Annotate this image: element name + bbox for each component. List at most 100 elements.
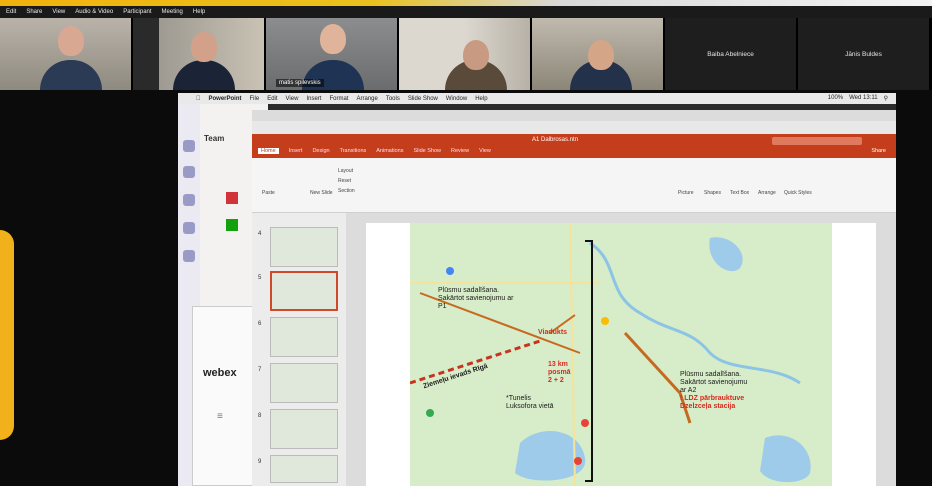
participant-tile[interactable]	[133, 18, 264, 90]
menu-icon[interactable]: ≡	[217, 411, 229, 422]
participant-name: Baiba Abelniece	[707, 50, 754, 58]
files-icon[interactable]	[183, 250, 195, 262]
menu-help[interactable]: Help	[475, 96, 487, 102]
tab-home[interactable]: Home	[258, 148, 279, 154]
menu-slideshow[interactable]: Slide Show	[408, 96, 438, 102]
tab-slideshow[interactable]: Slide Show	[413, 148, 441, 154]
ppt-titlebar	[252, 110, 896, 121]
menu-meeting[interactable]: Meeting	[162, 9, 183, 15]
ribbon-tabs: Home Insert Design Transitions Animation…	[258, 148, 491, 154]
label-ldz-line2: Dzelzceļa stacija	[680, 403, 736, 411]
webex-logo: webex	[203, 367, 237, 379]
quick-styles-button[interactable]: Quick Styles	[784, 190, 812, 196]
label-tunelis-line2: Luksofora vietā	[506, 403, 554, 411]
tab-view[interactable]: View	[479, 148, 491, 154]
participant-strip: matis spilevskis Baiba Abelniece Jānis B…	[0, 18, 932, 90]
reset-button[interactable]: Reset	[338, 178, 351, 184]
label-13km-line1: 13 km	[548, 361, 568, 368]
textbox-button[interactable]: Text Box	[730, 190, 749, 196]
team-avatar[interactable]	[226, 219, 238, 231]
zoom-menubar: Edit Share View Audio & Video Participan…	[0, 6, 932, 18]
participant-name: Jānis Buldes	[845, 50, 882, 58]
webex-window: webex ≡	[192, 306, 256, 486]
slide-thumbnail-selected[interactable]	[270, 271, 338, 311]
label-a2: Plūsmu sadalīšana. Sakārtot savienojumu …	[680, 371, 747, 411]
slide-thumbnail[interactable]	[270, 409, 338, 449]
label-viadukts: Viadukts	[538, 329, 568, 336]
ribbon-toolbar: Paste New Slide Layout Reset Section Pic…	[252, 158, 896, 213]
slide-canvas[interactable]: Plūsmu sadalīšana. Sakārtot savienojumu …	[366, 223, 876, 486]
slide-thumbnails: 4 5 6 7 8 9	[252, 213, 346, 486]
left-decoration	[0, 230, 14, 440]
new-slide-button[interactable]: New Slide	[310, 190, 333, 196]
label-a2-line1: Plūsmu sadalīšana.	[680, 371, 742, 378]
menu-edit[interactable]: Edit	[267, 96, 277, 102]
chat-icon[interactable]	[183, 166, 195, 178]
participant-tile[interactable]	[399, 18, 530, 90]
thumbnail-number: 8	[258, 413, 262, 419]
activity-icon[interactable]	[183, 140, 195, 152]
menu-help[interactable]: Help	[193, 9, 205, 15]
menu-view[interactable]: View	[286, 96, 299, 102]
mac-menubar:  PowerPoint File Edit View Insert Forma…	[178, 93, 896, 104]
tab-insert[interactable]: Insert	[289, 148, 303, 154]
menu-file[interactable]: File	[250, 96, 260, 102]
search-icon[interactable]: ⚲	[884, 95, 888, 102]
label-a2-line2: Sakārtot savienojumu	[680, 379, 748, 387]
share-button[interactable]: Share	[871, 148, 886, 154]
participant-tile[interactable]	[0, 18, 131, 90]
label-13km-line3: 2 + 2	[548, 377, 564, 385]
slide-stage: Plūsmu sadalīšana. Sakārtot savienojumu …	[346, 213, 896, 486]
menu-insert[interactable]: Insert	[306, 96, 321, 102]
menu-share[interactable]: Share	[26, 9, 42, 15]
apple-icon[interactable]: 	[196, 96, 201, 102]
shared-screen:  PowerPoint File Edit View Insert Forma…	[178, 93, 896, 486]
map-image: Plūsmu sadalīšana. Sakārtot savienojumu …	[410, 223, 832, 486]
clock: Wed 13:11	[849, 95, 878, 101]
map-graphics	[410, 223, 811, 486]
slide-thumbnail[interactable]	[270, 227, 338, 267]
teams-icon[interactable]	[183, 194, 195, 206]
slide-thumbnail[interactable]	[270, 317, 338, 357]
menu-view[interactable]: View	[52, 9, 65, 15]
tab-review[interactable]: Review	[451, 148, 469, 154]
layout-button[interactable]: Layout	[338, 168, 353, 174]
menu-format[interactable]: Format	[329, 96, 348, 102]
thumbnail-number: 5	[258, 275, 262, 281]
tab-design[interactable]: Design	[312, 148, 329, 154]
document-title: A1 Dalbrosas.ntn	[532, 137, 579, 143]
battery-status: 100%	[827, 95, 844, 101]
menu-arrange[interactable]: Arrange	[356, 96, 377, 102]
participant-tile[interactable]	[532, 18, 663, 90]
menu-edit[interactable]: Edit	[6, 9, 16, 15]
thumbnail-number: 6	[258, 321, 262, 327]
participant-name: matis spilevskis	[276, 79, 324, 87]
menu-participant[interactable]: Participant	[123, 9, 151, 15]
tab-transitions[interactable]: Transitions	[340, 148, 367, 154]
paste-button[interactable]: Paste	[262, 190, 275, 196]
label-p1: Plūsmu sadalīšana. Sakārtot savienojumu …	[438, 287, 514, 311]
team-avatar[interactable]	[226, 192, 238, 204]
participant-tile[interactable]: Baiba Abelniece	[665, 18, 796, 90]
screen: Edit Share View Audio & Video Participan…	[0, 0, 932, 486]
ppt-ribbon-header: A1 Dalbrosas.ntn Home Insert Design Tran…	[252, 134, 896, 158]
picture-button[interactable]: Picture	[678, 190, 694, 196]
tab-animations[interactable]: Animations	[376, 148, 403, 154]
menu-tools[interactable]: Tools	[386, 96, 400, 102]
participant-tile-active[interactable]: matis spilevskis	[266, 18, 397, 90]
slide-thumbnail[interactable]	[270, 363, 338, 403]
shapes-button[interactable]: Shapes	[704, 190, 721, 196]
search-input[interactable]	[772, 137, 862, 145]
calls-icon[interactable]	[183, 222, 195, 234]
teams-title: Team	[204, 134, 225, 143]
menu-window[interactable]: Window	[446, 96, 467, 102]
slide-thumbnail[interactable]	[270, 455, 338, 483]
label-a2-line3: ar A2	[680, 387, 697, 395]
menu-app[interactable]: PowerPoint	[209, 96, 242, 102]
label-13km-line2: posmā	[548, 369, 571, 377]
arrange-button[interactable]: Arrange	[758, 190, 776, 196]
participant-tile[interactable]: Jānis Buldes	[798, 18, 929, 90]
label-ldz-line1: ! LDZ pārbrauktuve	[680, 395, 745, 403]
section-button[interactable]: Section	[338, 188, 355, 194]
menu-audio-video[interactable]: Audio & Video	[75, 9, 113, 15]
